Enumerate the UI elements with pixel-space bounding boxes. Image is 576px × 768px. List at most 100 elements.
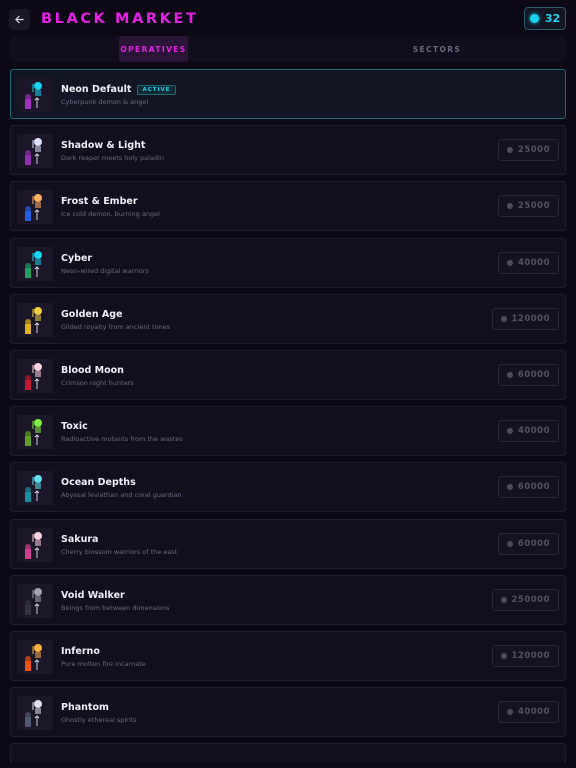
tab-bar: OPERATIVES SECTORS (10, 36, 566, 62)
skin-name: Frost & Ember (61, 196, 138, 207)
skin-description: Crimson night hunters (61, 378, 134, 387)
skin-name: Golden Age (61, 309, 123, 320)
price-value: 60000 (517, 538, 550, 549)
active-badge: ACTIVE (137, 85, 176, 95)
skin-name-text: Ocean Depths (61, 477, 136, 489)
skin-row[interactable]: Frost & Ember Ice cold demon, burning ang… (10, 181, 566, 232)
skin-thumbnail (17, 78, 53, 112)
skin-thumbnail (17, 302, 53, 337)
arrow-left-icon (15, 15, 24, 24)
skin-name-text: Toxic (61, 421, 88, 433)
buy-button[interactable]: 40000 (497, 701, 559, 724)
buy-button[interactable]: 25000 (497, 195, 559, 218)
buy-button[interactable]: 120000 (491, 644, 559, 667)
skin-description: Radioactive mutants from the wastes (61, 435, 183, 444)
coin-icon (506, 540, 513, 547)
skin-row[interactable]: Neon Default ACTIVE Cyberpunk demon & ange… (10, 69, 566, 119)
skin-thumbnail (17, 358, 53, 393)
skin-row[interactable]: Void Walker Beings from between dimension… (10, 574, 566, 625)
skin-name-text: Blood Moon (61, 364, 124, 376)
coin-icon (506, 371, 513, 378)
skin-name: Sakura (61, 534, 98, 545)
skin-row[interactable]: Sakura Cherry blossom warriors of the eas… (10, 518, 566, 569)
skin-description: Ghostly ethereal spirits (61, 716, 137, 725)
skin-name-text: Sakura (61, 533, 99, 545)
skin-name-text: Cyber (61, 252, 93, 264)
skin-description: Pure molten fire incarnate (61, 659, 146, 668)
coin-icon (500, 652, 507, 659)
coin-icon (506, 147, 513, 154)
skin-name-text: Phantom (61, 702, 109, 714)
skin-thumbnail (17, 639, 53, 674)
buy-button[interactable]: 60000 (497, 532, 559, 555)
skin-row[interactable]: Inferno Pure molten fire incarnate 120000 (10, 630, 566, 681)
coin-icon (500, 596, 507, 603)
buy-button[interactable]: 40000 (497, 420, 559, 443)
tab-operatives[interactable]: OPERATIVES (119, 36, 188, 62)
price-value: 60000 (517, 369, 550, 380)
coin-icon (529, 14, 539, 23)
buy-button[interactable]: 120000 (491, 307, 559, 330)
skin-description: Dark reaper meets holy paladin (61, 154, 164, 163)
page-title: BLACK MARKET (41, 11, 199, 27)
buy-button[interactable]: 60000 (497, 476, 559, 499)
skin-list: Neon Default ACTIVE Cyberpunk demon & ange… (10, 69, 566, 764)
coin-icon (506, 709, 513, 716)
skin-row[interactable]: Toxic Radioactive mutants from the wastes… (10, 406, 566, 457)
skin-row[interactable]: Cyber Neon-wired digital warriors 40000 (10, 237, 566, 288)
buy-button[interactable]: 60000 (497, 363, 559, 386)
price-value: 120000 (511, 313, 550, 324)
skin-name: Cyber (61, 253, 92, 264)
price-value: 40000 (517, 426, 550, 437)
skin-name: Void Walker (61, 590, 125, 601)
buy-button[interactable]: 40000 (497, 251, 559, 274)
coin-icon (506, 428, 513, 435)
coin-icon (506, 259, 513, 266)
skin-description: Gilded royalty from ancient times (61, 322, 171, 331)
skin-name: Inferno (61, 646, 100, 657)
skin-thumbnail (17, 527, 53, 562)
skin-thumbnail (17, 246, 53, 281)
skin-row[interactable]: Blood Moon Crimson night hunters 60000 (10, 349, 566, 400)
skin-description: Abyssal leviathan and coral guardian (61, 491, 182, 500)
skin-row[interactable] (10, 743, 566, 764)
skin-name: Blood Moon (61, 365, 124, 376)
skin-name: Ocean Depths (61, 477, 136, 488)
skin-thumbnail (17, 583, 53, 618)
price-value: 25000 (517, 201, 550, 212)
price-value: 40000 (517, 257, 550, 268)
skin-description: Cyberpunk demon & angel (61, 98, 149, 106)
buy-button[interactable]: 25000 (497, 139, 559, 162)
price-value: 250000 (511, 594, 550, 605)
skin-name: Neon Default ACTIVE (61, 84, 176, 95)
price-value: 60000 (517, 482, 550, 493)
coin-icon (506, 484, 513, 491)
skin-name-text: Neon Default (61, 84, 132, 95)
skin-name-text: Void Walker (61, 589, 125, 601)
skin-name-text: Golden Age (61, 308, 123, 320)
skin-row[interactable]: Ocean Depths Abyssal leviathan and coral … (10, 462, 566, 513)
skin-thumbnail (17, 696, 53, 731)
skin-description: Beings from between dimensions (61, 603, 170, 612)
skin-description: Ice cold demon, burning angel (61, 210, 160, 219)
tab-sectors[interactable]: SECTORS (397, 36, 477, 62)
skin-row[interactable]: Golden Age Gilded royalty from ancient ti… (10, 293, 566, 344)
price-value: 25000 (517, 145, 550, 156)
coin-icon (500, 315, 507, 322)
skin-name: Shadow & Light (61, 140, 145, 151)
skin-thumbnail (17, 471, 53, 506)
skin-description: Neon-wired digital warriors (61, 266, 149, 275)
header: BLACK MARKET 32 (0, 0, 576, 36)
buy-button[interactable]: 250000 (491, 588, 559, 611)
skin-name: Toxic (61, 421, 88, 432)
price-value: 120000 (511, 650, 550, 661)
skin-name-text: Shadow & Light (61, 140, 146, 152)
skin-row[interactable]: Phantom Ghostly ethereal spirits 40000 (10, 687, 566, 738)
coin-icon (506, 203, 513, 210)
skin-row[interactable]: Shadow & Light Dark reaper meets holy pal… (10, 125, 566, 176)
skin-description: Cherry blossom warriors of the east (61, 547, 178, 556)
back-button[interactable] (9, 9, 30, 30)
currency-value: 32 (544, 12, 561, 25)
skin-name: Phantom (61, 702, 109, 713)
currency-display: 32 (524, 7, 566, 30)
